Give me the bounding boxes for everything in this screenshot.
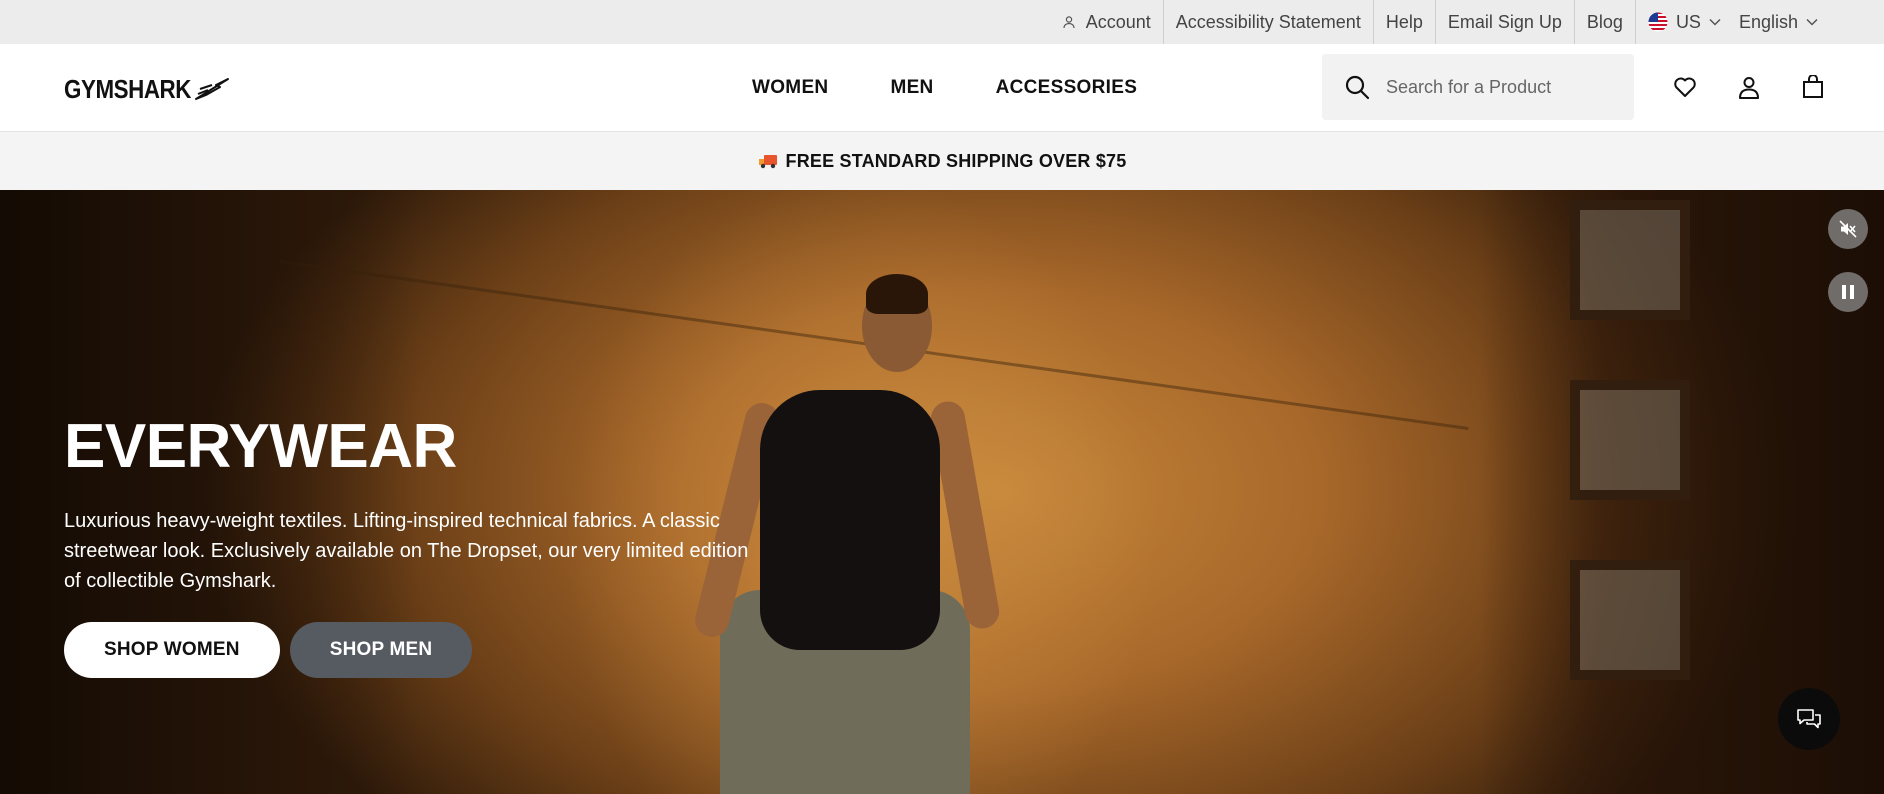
language-label: English — [1738, 11, 1798, 32]
pause-icon — [1841, 284, 1855, 300]
chat-button[interactable] — [1778, 688, 1840, 750]
help-label: Help — [1385, 11, 1423, 32]
promo-bar[interactable]: FREE STANDARD SHIPPING OVER $75 — [0, 132, 1884, 190]
us-flag-icon — [1648, 12, 1668, 32]
header-actions — [1672, 72, 1826, 102]
hero-content: EVERYWEAR Luxurious heavy-weight textile… — [64, 416, 764, 678]
blog-link[interactable]: Blog — [1575, 0, 1636, 44]
hero-model-figure — [866, 274, 928, 314]
help-link[interactable]: Help — [1374, 0, 1436, 44]
user-icon — [1062, 15, 1076, 29]
region-label: US — [1675, 11, 1701, 32]
email-signup-link[interactable]: Email Sign Up — [1436, 0, 1575, 44]
search-bar[interactable] — [1322, 54, 1634, 120]
nav-women[interactable]: WOMEN — [752, 77, 828, 99]
hero-window — [1570, 200, 1690, 320]
logo-text: GYMSHARK — [64, 74, 191, 104]
heart-icon[interactable] — [1672, 72, 1698, 102]
shop-women-button[interactable]: SHOP WOMEN — [64, 622, 280, 678]
utility-bar: Account Accessibility Statement Help Ema… — [0, 0, 1884, 44]
hero-window — [1570, 380, 1690, 500]
gymshark-logo[interactable]: GYMSHARK — [64, 74, 230, 105]
profile-icon[interactable] — [1736, 72, 1762, 102]
search-input[interactable] — [1386, 76, 1616, 98]
hero-banner: EVERYWEAR Luxurious heavy-weight textile… — [0, 190, 1884, 794]
hero-model-figure — [760, 390, 940, 650]
mute-icon — [1839, 220, 1857, 238]
nav-accessories[interactable]: ACCESSORIES — [996, 77, 1138, 99]
shopping-bag-icon[interactable] — [1800, 72, 1826, 102]
nav-men[interactable]: MEN — [890, 77, 933, 99]
promo-text: FREE STANDARD SHIPPING OVER $75 — [785, 150, 1127, 171]
hero-window — [1570, 560, 1690, 680]
search-icon — [1344, 74, 1370, 100]
hero-title: EVERYWEAR — [64, 412, 457, 481]
hero-cta-group: SHOP WOMEN SHOP MEN — [64, 622, 764, 678]
shark-logo-icon — [194, 77, 230, 103]
language-selector[interactable]: English — [1727, 0, 1824, 44]
email-signup-label: Email Sign Up — [1447, 11, 1562, 32]
account-label: Account — [1085, 11, 1151, 32]
hero-description: Luxurious heavy-weight textiles. Lifting… — [64, 510, 749, 592]
mute-button[interactable] — [1828, 209, 1868, 249]
truck-icon — [758, 153, 778, 169]
region-selector[interactable]: US — [1636, 0, 1727, 44]
blog-label: Blog — [1586, 11, 1623, 32]
accessibility-statement-link[interactable]: Accessibility Statement — [1164, 0, 1374, 44]
main-navigation: WOMEN MEN ACCESSORIES — [752, 44, 1137, 132]
site-header: GYMSHARK WOMEN MEN ACCESSORIES — [0, 44, 1884, 132]
chevron-down-icon — [1806, 18, 1818, 26]
chevron-down-icon — [1709, 18, 1721, 26]
account-link[interactable]: Account — [1050, 0, 1164, 44]
accessibility-label: Accessibility Statement — [1175, 11, 1361, 32]
shop-men-button[interactable]: SHOP MEN — [289, 622, 473, 678]
chat-icon — [1796, 708, 1822, 730]
pause-button[interactable] — [1828, 272, 1868, 312]
